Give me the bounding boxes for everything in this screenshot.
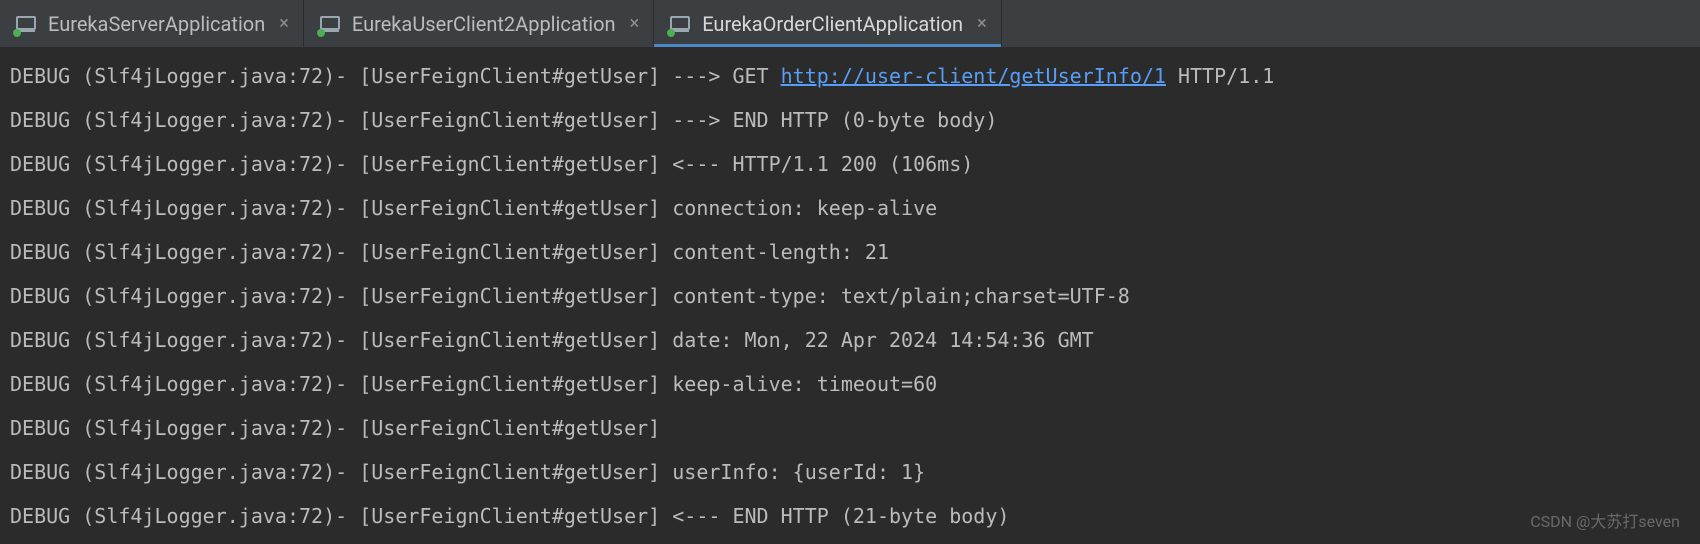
log-line: DEBUG (Slf4jLogger.java:72)- [UserFeignC… <box>10 274 1690 318</box>
tab-eureka-user-client2[interactable]: EurekaUserClient2Application × <box>304 0 654 47</box>
tab-label: EurekaOrderClientApplication <box>702 12 963 36</box>
log-line: DEBUG (Slf4jLogger.java:72)- [UserFeignC… <box>10 98 1690 142</box>
watermark: CSDN @大苏打seven <box>1530 508 1680 532</box>
log-line: DEBUG (Slf4jLogger.java:72)- [UserFeignC… <box>10 406 1690 450</box>
log-line: DEBUG (Slf4jLogger.java:72)- [UserFeignC… <box>10 318 1690 362</box>
close-icon[interactable]: × <box>630 15 640 33</box>
log-line: DEBUG (Slf4jLogger.java:72)- [UserFeignC… <box>10 142 1690 186</box>
close-icon[interactable]: × <box>977 15 987 33</box>
tab-label: EurekaServerApplication <box>48 12 265 36</box>
tab-eureka-server[interactable]: EurekaServerApplication × <box>0 0 304 47</box>
log-line: DEBUG (Slf4jLogger.java:72)- [UserFeignC… <box>10 54 1690 98</box>
run-config-icon <box>14 12 38 36</box>
run-config-icon <box>668 12 692 36</box>
log-line: DEBUG (Slf4jLogger.java:72)- [UserFeignC… <box>10 362 1690 406</box>
tab-bar: EurekaServerApplication × EurekaUserClie… <box>0 0 1700 48</box>
log-line: DEBUG (Slf4jLogger.java:72)- [UserFeignC… <box>10 494 1690 538</box>
console-output[interactable]: DEBUG (Slf4jLogger.java:72)- [UserFeignC… <box>0 48 1700 544</box>
run-config-icon <box>318 12 342 36</box>
log-line: DEBUG (Slf4jLogger.java:72)- [UserFeignC… <box>10 230 1690 274</box>
log-line: DEBUG (Slf4jLogger.java:72)- [UserFeignC… <box>10 450 1690 494</box>
tab-label: EurekaUserClient2Application <box>352 12 616 36</box>
tab-bar-filler <box>1002 0 1700 47</box>
log-link[interactable]: http://user-client/getUserInfo/1 <box>781 64 1166 88</box>
close-icon[interactable]: × <box>279 15 289 33</box>
log-line: DEBUG (Slf4jLogger.java:72)- [UserFeignC… <box>10 186 1690 230</box>
tab-eureka-order-client[interactable]: EurekaOrderClientApplication × <box>654 0 1001 47</box>
